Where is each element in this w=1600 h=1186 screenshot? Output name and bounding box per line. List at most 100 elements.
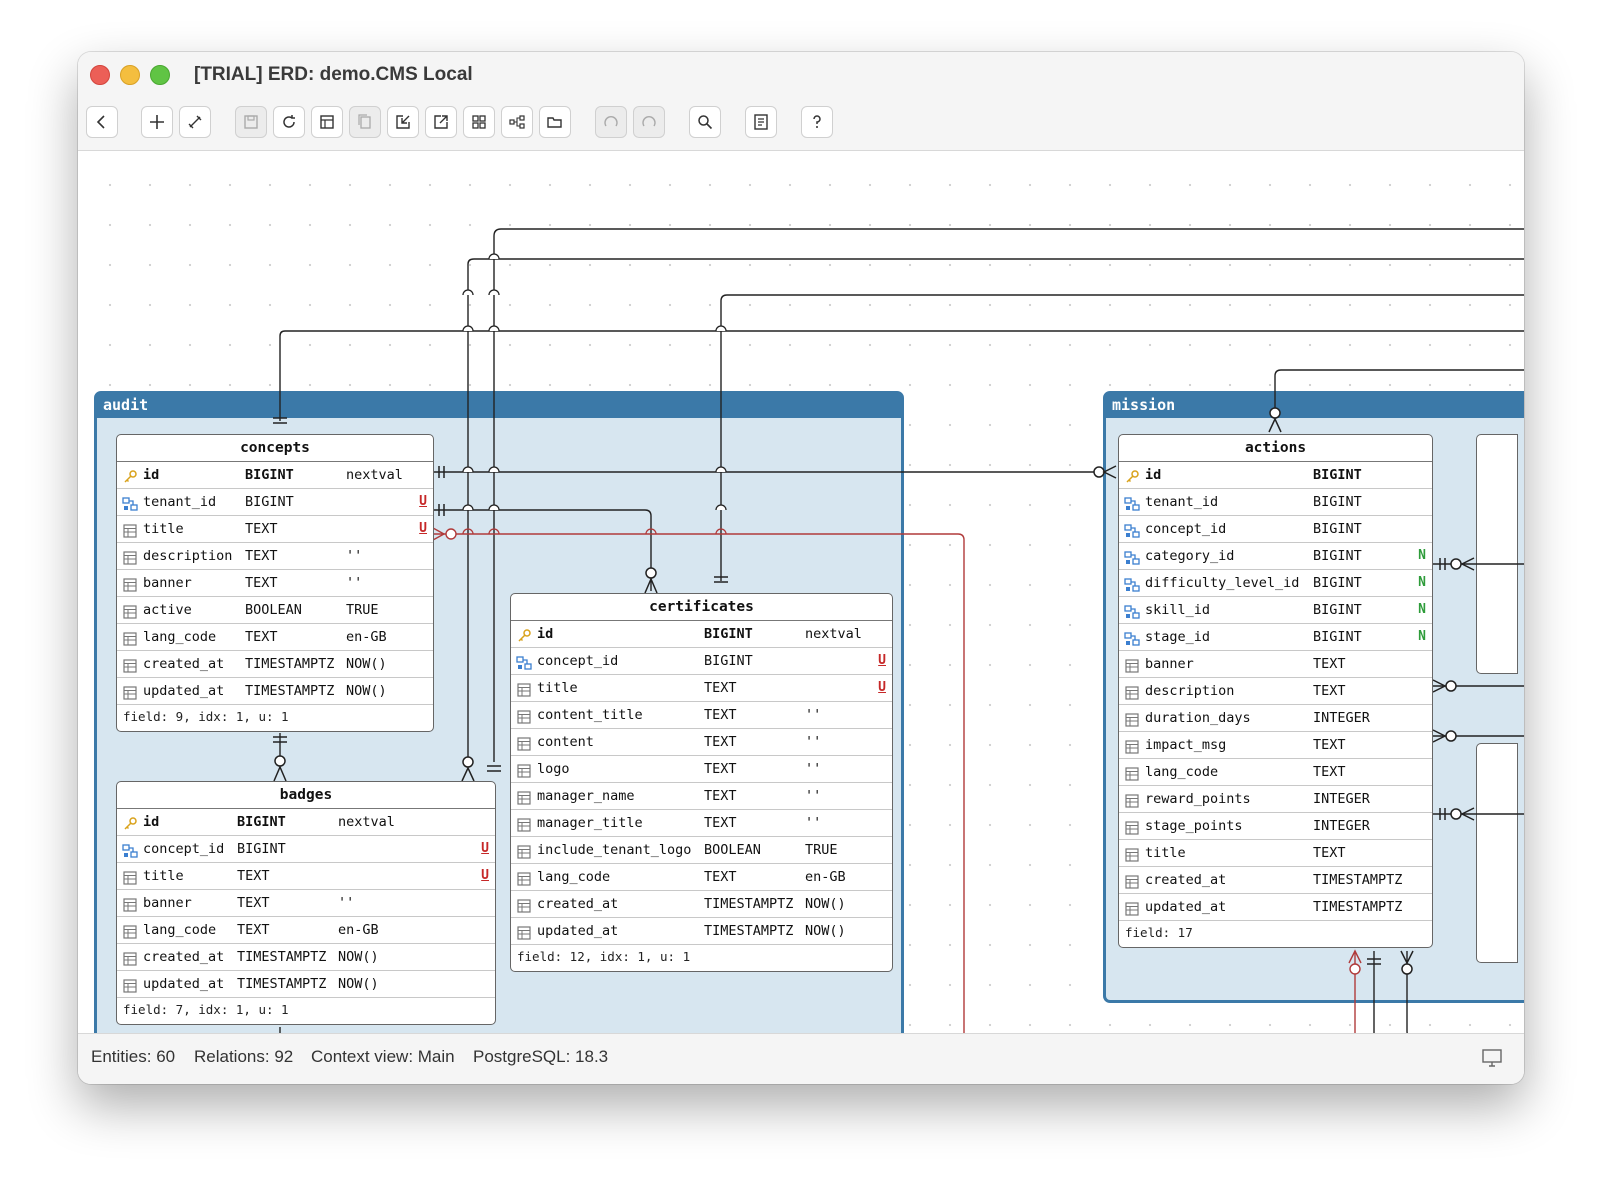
field-row[interactable]: updated_at TIMESTAMPTZ NOW() [117,678,433,705]
layout-icon [320,115,334,129]
back-button[interactable] [86,106,118,138]
field-row[interactable]: tenant_id BIGINT U [117,489,433,516]
diagram-button[interactable] [501,106,533,138]
field-row[interactable]: banner TEXT '' [117,570,433,597]
field-row[interactable]: tenant_id BIGINT [1119,489,1432,516]
field-row[interactable]: include_tenant_logo BOOLEAN TRUE [511,837,892,864]
field-row[interactable]: concept_id BIGINT U [511,648,892,675]
search-button[interactable] [689,106,721,138]
link-button[interactable] [179,106,211,138]
field-row[interactable]: title TEXT [1119,840,1432,867]
field-row[interactable]: updated_at TIMESTAMPTZ NOW() [117,971,495,998]
entity-concepts[interactable]: concepts id BIGINT nextval tenant_id BIGINT Ut… [116,434,434,732]
field-row[interactable]: impact_msg TEXT [1119,732,1432,759]
field-row[interactable]: title TEXT U [511,675,892,702]
refresh-button[interactable] [273,106,305,138]
optional-marker [1401,963,1413,975]
field-name: id [537,626,554,642]
optional-marker [1445,730,1457,742]
field-type: INTEGER [1313,818,1370,834]
field-row[interactable]: id BIGINT nextval [117,462,433,489]
field-row[interactable]: concept_id BIGINT U [117,836,495,863]
optional-marker [1269,407,1281,419]
foreign-key-icon [1124,549,1140,565]
field-row[interactable]: id BIGINT nextval [511,621,892,648]
close-window-button[interactable] [90,65,110,85]
entity-name[interactable]: certificates [511,594,892,621]
entity-certificates[interactable]: certificates id BIGINT nextval concept_id BIG… [510,593,893,972]
field-name: concept_id [1145,521,1227,537]
field-type: BIGINT [1313,494,1362,510]
field-row[interactable]: id BIGINT nextval [117,809,495,836]
relation-line [279,330,1524,421]
export-button[interactable] [425,106,457,138]
field-row[interactable]: lang_code TEXT en-GB [117,917,495,944]
grid-button[interactable] [463,106,495,138]
field-row[interactable]: content TEXT '' [511,729,892,756]
field-row[interactable]: lang_code TEXT [1119,759,1432,786]
layout-button[interactable] [311,106,343,138]
diagram-icon [509,115,525,129]
entity-badges[interactable]: badges id BIGINT nextval concept_id BIGINT Uti… [116,781,496,1025]
field-type: TIMESTAMPTZ [245,656,335,672]
field-default: NOW() [346,656,387,672]
field-row[interactable]: banner TEXT '' [117,890,495,917]
field-row[interactable]: title TEXT U [117,516,433,543]
field-row[interactable]: lang_code TEXT en-GB [117,624,433,651]
field-row[interactable]: title TEXT U [117,863,495,890]
field-row[interactable]: lang_code TEXT en-GB [511,864,892,891]
field-row[interactable]: active BOOLEAN TRUE [117,597,433,624]
field-row[interactable]: manager_name TEXT '' [511,783,892,810]
zoom-window-button[interactable] [150,65,170,85]
redo-button[interactable] [633,106,665,138]
field-row[interactable]: updated_at TIMESTAMPTZ NOW() [511,918,892,945]
field-row[interactable]: content_title TEXT '' [511,702,892,729]
erd-canvas[interactable]: audit mission concepts id BIGINT nextval… [78,151,1524,1033]
column-icon [1124,819,1140,835]
field-name: description [1145,683,1235,699]
field-row[interactable]: description TEXT [1119,678,1432,705]
field-row[interactable]: created_at TIMESTAMPTZ [1119,867,1432,894]
field-row[interactable]: difficulty_level_id BIGINT N [1119,570,1432,597]
entity-name[interactable]: concepts [117,435,433,462]
import-button[interactable] [387,106,419,138]
field-row[interactable]: created_at TIMESTAMPTZ NOW() [511,891,892,918]
field-row[interactable]: description TEXT '' [117,543,433,570]
help-button[interactable] [801,106,833,138]
column-icon [122,576,138,592]
entity-name[interactable]: badges [117,782,495,809]
column-icon [1124,765,1140,781]
field-row[interactable]: logo TEXT '' [511,756,892,783]
entity-name[interactable]: actions [1119,435,1432,462]
properties-button[interactable] [745,106,777,138]
field-row[interactable]: banner TEXT [1119,651,1432,678]
field-row[interactable]: created_at TIMESTAMPTZ NOW() [117,651,433,678]
open-folder-button[interactable] [539,106,571,138]
monitor-icon[interactable] [1482,1049,1502,1067]
field-row[interactable]: category_id BIGINT N [1119,543,1432,570]
line-hop [462,504,474,511]
help-icon [813,115,821,128]
field-name: content [537,734,594,750]
line-hop [488,289,500,296]
save-button[interactable] [235,106,267,138]
field-row[interactable]: stage_points INTEGER [1119,813,1432,840]
undo-button[interactable] [595,106,627,138]
field-default: TRUE [805,842,838,858]
field-row[interactable]: reward_points INTEGER [1119,786,1432,813]
field-row[interactable]: created_at TIMESTAMPTZ NOW() [117,944,495,971]
add-button[interactable] [141,106,173,138]
primary-key-icon [516,627,532,643]
entity-actions[interactable]: actions id BIGINT tenant_id BIGINT concept_id… [1118,434,1433,948]
field-row[interactable]: stage_id BIGINT N [1119,624,1432,651]
field-row[interactable]: updated_at TIMESTAMPTZ [1119,894,1432,921]
field-default: TRUE [346,602,379,618]
field-row[interactable]: skill_id BIGINT N [1119,597,1432,624]
copy-button[interactable] [349,106,381,138]
field-row[interactable]: id BIGINT [1119,462,1432,489]
field-row[interactable]: duration_days INTEGER [1119,705,1432,732]
minimize-window-button[interactable] [120,65,140,85]
redo-icon [642,116,656,127]
field-row[interactable]: manager_title TEXT '' [511,810,892,837]
field-row[interactable]: concept_id BIGINT [1119,516,1432,543]
